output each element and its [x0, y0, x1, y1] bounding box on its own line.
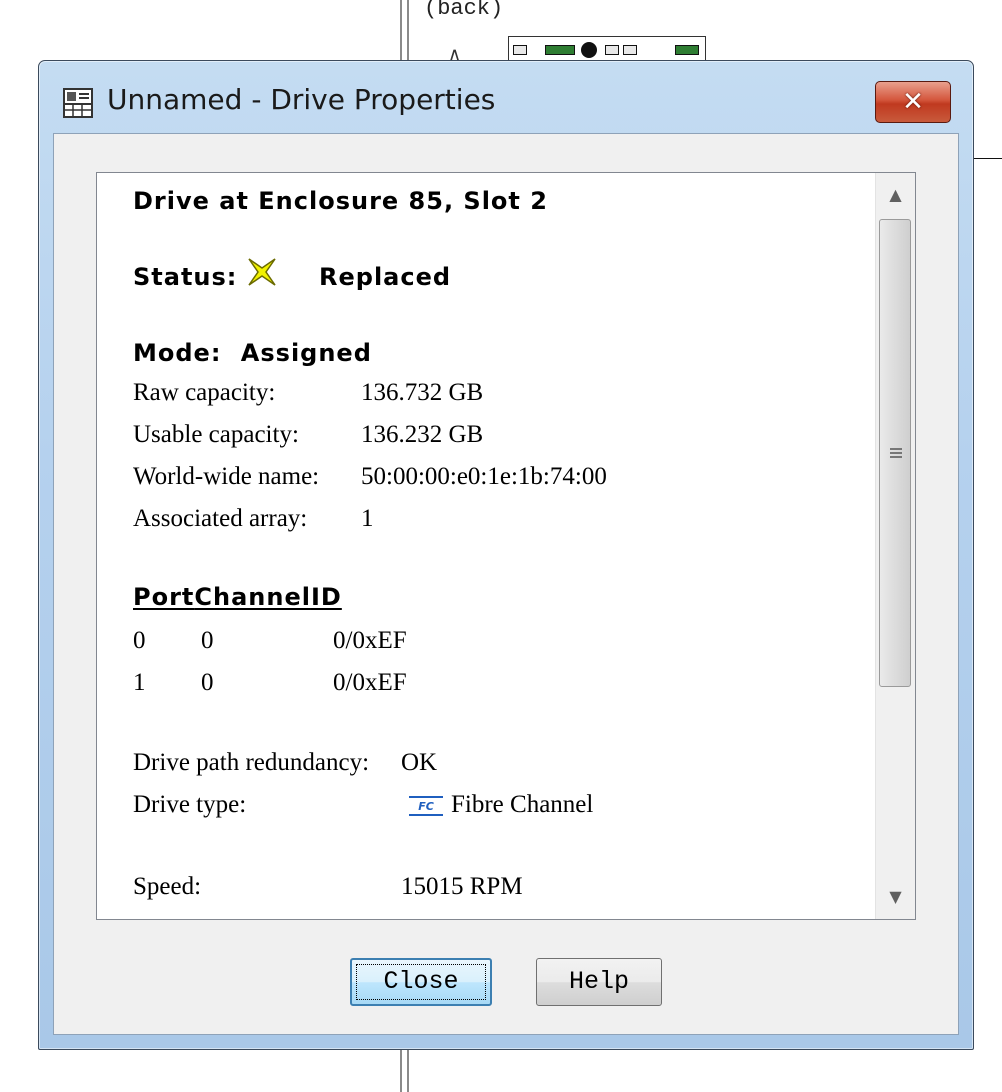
enclosure-port-icon: [513, 45, 527, 55]
mode-value: Assigned: [240, 339, 372, 367]
property-value: 50:00:00:e0:1e:1b:74:00: [361, 463, 607, 490]
channel-column-header: Channel: [194, 583, 311, 611]
dialog-client-area: Drive at Enclosure 85, Slot 2 Status: Re…: [53, 133, 959, 1035]
mode-row: Mode: Assigned: [133, 339, 372, 367]
enclosure-port-icon: [623, 45, 637, 55]
drive-type-value: Fibre Channel: [451, 791, 594, 818]
port-column-header: Port: [133, 583, 195, 611]
help-button[interactable]: Help: [536, 958, 662, 1006]
title-bar[interactable]: Unnamed - Drive Properties ✕: [39, 61, 973, 133]
property-label: World-wide name:: [133, 463, 320, 490]
enclosure-fan-icon: [581, 42, 597, 58]
enclosure-led-icon: [545, 45, 575, 55]
id-column-header: ID: [310, 583, 342, 611]
channel-cell: 0: [201, 669, 214, 696]
id-cell: 0/0xEF: [333, 669, 407, 696]
scroll-down-arrow-icon[interactable]: ▼: [876, 875, 915, 919]
properties-grid-icon: [63, 88, 93, 118]
focus-rectangle: [356, 964, 486, 1000]
port-table-row: 1 0 0/0xEF: [133, 669, 533, 699]
property-value: 136.732 GB: [361, 379, 484, 406]
path-redundancy-label: Drive path redundancy:: [133, 749, 370, 776]
property-label: Associated array:: [133, 505, 308, 532]
speed-value: 15015 RPM: [401, 873, 523, 900]
drive-heading: Drive at Enclosure 85, Slot 2: [133, 187, 548, 215]
property-value: 1: [361, 505, 374, 532]
drive-info-panel[interactable]: Drive at Enclosure 85, Slot 2 Status: Re…: [96, 172, 916, 920]
fibre-channel-icon-text: FC: [418, 800, 434, 813]
speed-label: Speed:: [133, 873, 202, 900]
close-button[interactable]: Close: [350, 958, 492, 1006]
replaced-star-icon: [248, 258, 276, 286]
scroll-up-arrow-icon[interactable]: ▲: [876, 173, 915, 217]
status-value: Replaced: [319, 263, 452, 291]
fibre-channel-icon: FC: [409, 796, 443, 816]
property-value: 136.232 GB: [361, 421, 484, 448]
scroll-grip-icon: [890, 448, 902, 458]
port-cell: 1: [133, 669, 146, 696]
mode-label: Mode:: [133, 339, 222, 367]
background-connector-line: [972, 158, 1002, 159]
status-label: Status:: [133, 263, 238, 291]
channel-cell: 0: [201, 627, 214, 654]
property-label: Usable capacity:: [133, 421, 299, 448]
port-table-header: PortChannelID: [133, 583, 342, 611]
drive-properties-dialog: Unnamed - Drive Properties ✕ Drive at En…: [38, 60, 974, 1050]
window-close-button[interactable]: ✕: [875, 81, 951, 123]
enclosure-led-icon: [675, 45, 699, 55]
drive-type-row: Drive type: FC Fibre Channel: [133, 791, 733, 823]
scrollbar-thumb[interactable]: [879, 219, 911, 687]
background-view-label: (back): [424, 0, 504, 21]
dialog-title: Unnamed - Drive Properties: [107, 83, 496, 116]
port-cell: 0: [133, 627, 146, 654]
help-button-label: Help: [568, 967, 629, 996]
enclosure-port-icon: [605, 45, 619, 55]
vertical-scrollbar[interactable]: ▲ ▼: [875, 173, 915, 919]
property-label: Raw capacity:: [133, 379, 276, 406]
id-cell: 0/0xEF: [333, 627, 407, 654]
path-redundancy-value: OK: [401, 749, 438, 776]
port-table-row: 0 0 0/0xEF: [133, 627, 533, 657]
drive-type-label: Drive type:: [133, 791, 247, 818]
